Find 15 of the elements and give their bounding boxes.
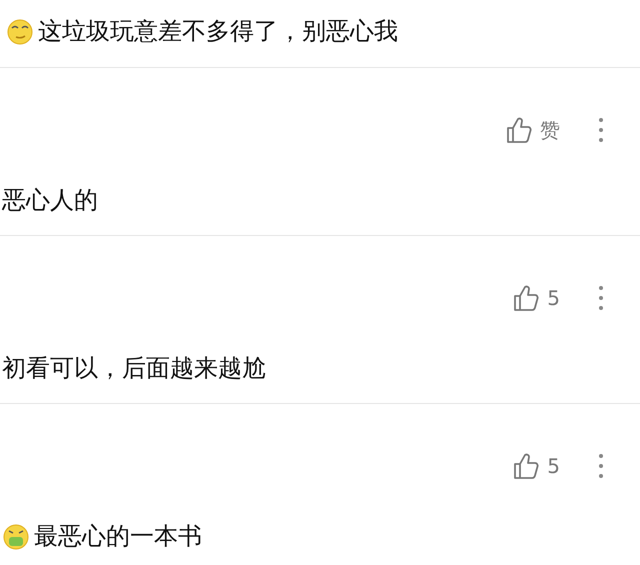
sick-face-emoji-icon [2, 522, 30, 550]
like-button[interactable]: 赞 [506, 116, 560, 144]
comment-text: 这垃圾玩意差不多得了，别恶心我 [38, 16, 398, 47]
comment-text: 恶心人的 [2, 185, 98, 216]
more-options-icon[interactable] [598, 117, 604, 143]
smug-face-emoji-icon [6, 17, 34, 45]
thumbs-up-icon [513, 452, 540, 480]
more-options-icon[interactable] [598, 453, 604, 479]
more-options-icon[interactable] [598, 285, 604, 311]
like-button[interactable]: 5 [513, 452, 560, 480]
comment-text: 初看可以，后面越来越尬 [2, 353, 266, 384]
thumbs-up-icon [513, 284, 540, 312]
comment-text: 最恶心的一本书 [34, 521, 202, 552]
thumbs-up-icon [506, 116, 532, 144]
like-button[interactable]: 5 [513, 284, 560, 312]
